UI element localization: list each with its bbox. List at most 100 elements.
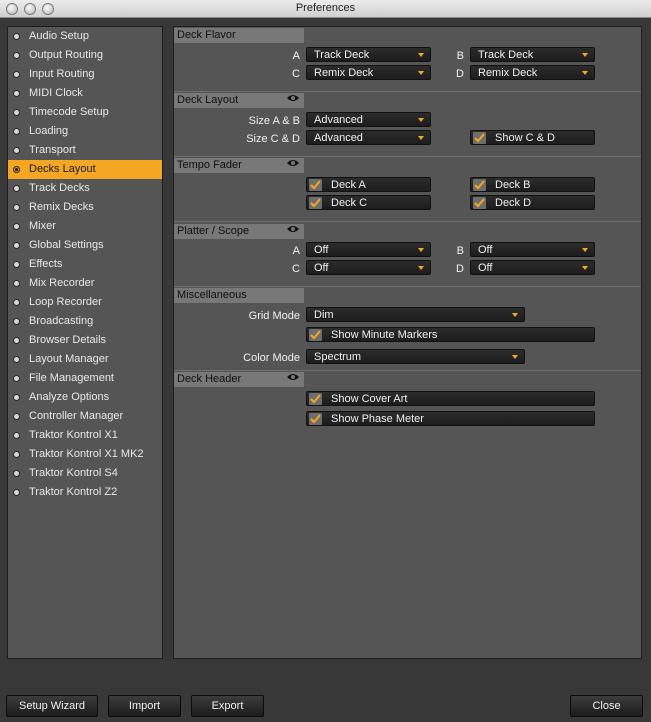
section-platter-scope: Platter / Scope — [174, 224, 304, 239]
size-cd-label: Size C & D — [246, 133, 300, 145]
sidebar-item-output-routing[interactable]: Output Routing — [8, 46, 162, 65]
sidebar-item-label: Global Settings — [29, 239, 104, 251]
sidebar-item-controller-manager[interactable]: Controller Manager — [8, 407, 162, 426]
close-button[interactable]: Close — [570, 695, 643, 717]
eye-icon[interactable] — [286, 372, 300, 387]
sidebar-item-loading[interactable]: Loading — [8, 122, 162, 141]
setup-wizard-button[interactable]: Setup Wizard — [6, 695, 98, 717]
sidebar-item-label: Traktor Kontrol X1 MK2 — [29, 448, 144, 460]
radio-dot-icon — [13, 451, 20, 458]
sidebar-item-label: MIDI Clock — [29, 87, 83, 99]
deck-flavor-b-dropdown[interactable]: Track Deck — [470, 47, 595, 62]
eye-icon[interactable] — [286, 158, 300, 173]
title-bar: Preferences — [0, 0, 651, 18]
chevron-down-icon — [418, 266, 424, 270]
sidebar-item-label: File Management — [29, 372, 114, 384]
deck-flavor-a-label: A — [292, 50, 300, 62]
radio-dot-icon — [13, 204, 20, 211]
chevron-down-icon — [418, 71, 424, 75]
sidebar-item-traktor-kontrol-z2[interactable]: Traktor Kontrol Z2 — [8, 483, 162, 502]
sidebar-item-analyze-options[interactable]: Analyze Options — [8, 388, 162, 407]
divider — [174, 91, 641, 92]
section-deck-flavor: Deck Flavor — [174, 28, 304, 43]
sidebar-item-layout-manager[interactable]: Layout Manager — [8, 350, 162, 369]
radio-dot-icon — [13, 413, 20, 420]
dropdown-value: Remix Deck — [314, 67, 374, 79]
platter-c-dropdown[interactable]: Off — [306, 260, 431, 275]
checkmark-icon — [309, 179, 322, 191]
sidebar-item-audio-setup[interactable]: Audio Setup — [8, 27, 162, 46]
chevron-down-icon — [512, 355, 518, 359]
tempo-fader-deck-a-checkbox[interactable]: Deck A — [306, 177, 431, 192]
sidebar-item-browser-details[interactable]: Browser Details — [8, 331, 162, 350]
color-mode-dropdown[interactable]: Spectrum — [306, 349, 525, 364]
section-title: Miscellaneous — [177, 289, 247, 301]
deck-flavor-d-dropdown[interactable]: Remix Deck — [470, 65, 595, 80]
sidebar-item-effects[interactable]: Effects — [8, 255, 162, 274]
radio-dot-icon — [13, 261, 20, 268]
sidebar-item-loop-recorder[interactable]: Loop Recorder — [8, 293, 162, 312]
tempo-fader-deck-c-checkbox[interactable]: Deck C — [306, 195, 431, 210]
show-cd-checkbox[interactable]: Show C & D — [470, 130, 595, 145]
dropdown-value: Track Deck — [478, 49, 534, 61]
platter-b-dropdown[interactable]: Off — [470, 242, 595, 257]
platter-d-dropdown[interactable]: Off — [470, 260, 595, 275]
sidebar-item-timecode-setup[interactable]: Timecode Setup — [8, 103, 162, 122]
size-cd-dropdown[interactable]: Advanced — [306, 130, 431, 145]
export-button[interactable]: Export — [191, 695, 264, 717]
checkbox-label: Show Cover Art — [331, 393, 408, 405]
sidebar-item-broadcasting[interactable]: Broadcasting — [8, 312, 162, 331]
minute-markers-checkbox[interactable]: Show Minute Markers — [306, 327, 595, 342]
sidebar-item-midi-clock[interactable]: MIDI Clock — [8, 84, 162, 103]
sidebar-item-global-settings[interactable]: Global Settings — [8, 236, 162, 255]
chevron-down-icon — [582, 53, 588, 57]
tempo-fader-deck-d-checkbox[interactable]: Deck D — [470, 195, 595, 210]
section-miscellaneous: Miscellaneous — [174, 288, 304, 303]
sidebar-item-track-decks[interactable]: Track Decks — [8, 179, 162, 198]
phase-meter-checkbox[interactable]: Show Phase Meter — [306, 411, 595, 426]
divider — [174, 156, 641, 157]
cover-art-checkbox[interactable]: Show Cover Art — [306, 391, 595, 406]
platter-a-dropdown[interactable]: Off — [306, 242, 431, 257]
checkbox-label: Show Minute Markers — [331, 329, 438, 341]
checkmark-icon — [309, 329, 322, 341]
checkbox-label: Deck D — [495, 197, 532, 209]
import-button[interactable]: Import — [108, 695, 181, 717]
checkmark-icon — [309, 197, 322, 209]
deck-flavor-c-dropdown[interactable]: Remix Deck — [306, 65, 431, 80]
section-title: Deck Flavor — [177, 29, 236, 41]
sidebar-item-label: Decks Layout — [29, 163, 96, 175]
sidebar-item-traktor-kontrol-s4[interactable]: Traktor Kontrol S4 — [8, 464, 162, 483]
sidebar-item-traktor-kontrol-x1[interactable]: Traktor Kontrol X1 — [8, 426, 162, 445]
chevron-down-icon — [512, 313, 518, 317]
sidebar-item-label: Timecode Setup — [29, 106, 109, 118]
sidebar: Audio Setup Output Routing Input Routing MI… — [7, 26, 163, 659]
sidebar-item-mix-recorder[interactable]: Mix Recorder — [8, 274, 162, 293]
chevron-down-icon — [582, 248, 588, 252]
grid-mode-dropdown[interactable]: Dim — [306, 307, 525, 322]
dropdown-value: Track Deck — [314, 49, 370, 61]
section-title: Platter / Scope — [177, 225, 250, 237]
sidebar-item-label: Loading — [29, 125, 69, 137]
preferences-window: Audio Setup Output Routing Input Routing MI… — [0, 18, 651, 722]
tempo-fader-deck-b-checkbox[interactable]: Deck B — [470, 177, 595, 192]
chevron-down-icon — [582, 71, 588, 75]
sidebar-item-decks-layout[interactable]: Decks Layout — [8, 160, 162, 179]
sidebar-item-label: Loop Recorder — [29, 296, 102, 308]
sidebar-item-traktor-kontrol-x1-mk2[interactable]: Traktor Kontrol X1 MK2 — [8, 445, 162, 464]
eye-icon[interactable] — [286, 224, 300, 239]
sidebar-item-transport[interactable]: Transport — [8, 141, 162, 160]
sidebar-item-label: Remix Decks — [29, 201, 94, 213]
sidebar-item-input-routing[interactable]: Input Routing — [8, 65, 162, 84]
decks-layout-panel: Deck Flavor A Track Deck B Track Deck C … — [173, 26, 642, 659]
size-ab-dropdown[interactable]: Advanced — [306, 112, 431, 127]
deck-flavor-a-dropdown[interactable]: Track Deck — [306, 47, 431, 62]
radio-dot-icon — [13, 299, 20, 306]
sidebar-item-mixer[interactable]: Mixer — [8, 217, 162, 236]
sidebar-item-file-management[interactable]: File Management — [8, 369, 162, 388]
checkmark-icon — [309, 413, 322, 425]
deck-flavor-b-label: B — [456, 50, 464, 62]
eye-icon[interactable] — [286, 93, 300, 108]
section-title: Tempo Fader — [177, 159, 242, 171]
sidebar-item-remix-decks[interactable]: Remix Decks — [8, 198, 162, 217]
